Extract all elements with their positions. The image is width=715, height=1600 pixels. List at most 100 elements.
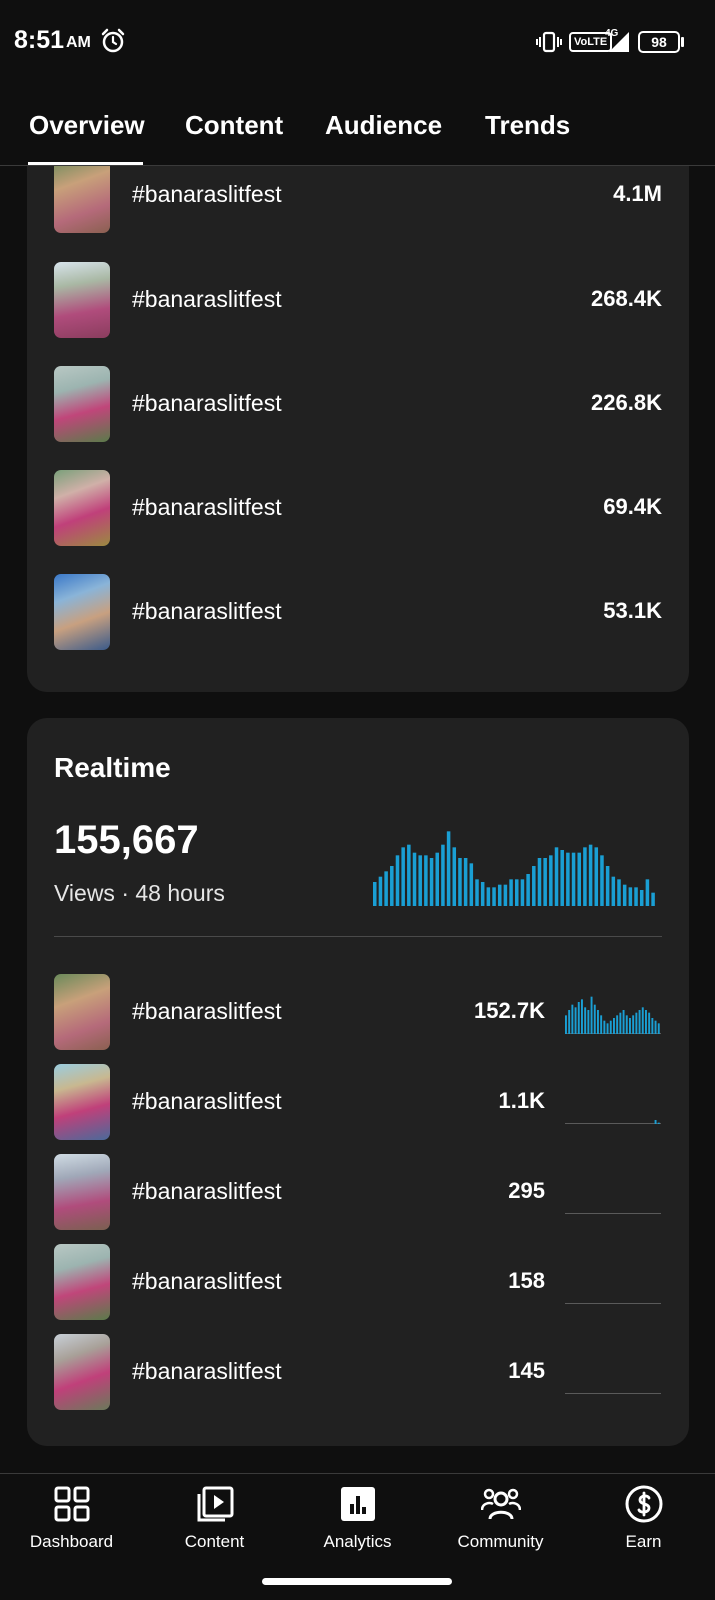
video-views: 226.8K <box>591 390 662 415</box>
realtime-bar-chart[interactable] <box>373 826 657 906</box>
sparkline-bar <box>654 1120 657 1124</box>
realtime-bar <box>594 847 599 906</box>
video-views: 145 <box>508 1358 545 1383</box>
realtime-bar <box>617 879 621 906</box>
video-thumbnail <box>54 262 110 338</box>
nav-label: Dashboard <box>29 1532 114 1551</box>
realtime-bar <box>571 852 576 906</box>
community-icon <box>480 1488 521 1520</box>
tab-audience[interactable]: Audience <box>325 110 442 141</box>
home-indicator[interactable] <box>262 1578 452 1585</box>
list-item[interactable]: #banaraslitfest 1.1K <box>27 1064 689 1142</box>
sparkline-bar <box>645 1010 647 1034</box>
earn-icon <box>625 1485 662 1523</box>
nav-content[interactable]: Content <box>143 1484 286 1552</box>
realtime-card: Realtime 155,667 Views · 48 hours #banar… <box>27 718 689 1446</box>
sparkline-bar <box>613 1018 615 1034</box>
sparkline-bar <box>609 1020 612 1034</box>
realtime-bar <box>429 858 434 906</box>
sparkline-bar <box>632 1015 635 1034</box>
realtime-bar <box>645 879 650 906</box>
video-title: #banaraslitfest <box>132 181 282 207</box>
battery-tip <box>681 37 684 47</box>
realtime-bar <box>492 887 496 906</box>
video-title: #banaraslitfest <box>132 390 282 416</box>
sparkline-bar <box>622 1010 625 1034</box>
video-views: 69.4K <box>603 494 662 519</box>
realtime-bar <box>588 844 593 906</box>
tab-content[interactable]: Content <box>185 110 283 141</box>
signal-icon <box>609 32 629 52</box>
list-item[interactable]: #banaraslitfest 69.4K <box>27 470 689 548</box>
sparkline <box>565 996 661 1034</box>
active-tab-indicator <box>28 162 143 165</box>
sparkline-bar <box>641 1007 644 1034</box>
sparkline-bar <box>625 1015 628 1034</box>
realtime-bar <box>628 887 633 906</box>
realtime-bar <box>384 871 388 906</box>
realtime-bar <box>515 879 519 906</box>
video-views: 158 <box>508 1268 545 1293</box>
realtime-bar <box>463 858 468 906</box>
realtime-bar <box>418 855 422 906</box>
realtime-bar <box>452 847 457 906</box>
realtime-bar <box>497 884 502 906</box>
video-thumbnail <box>54 1154 110 1230</box>
list-item[interactable]: #banaraslitfest 268.4K <box>27 262 689 340</box>
video-thumbnail <box>54 1064 110 1140</box>
dashboard-icon <box>54 1486 89 1522</box>
video-thumbnail <box>54 574 110 650</box>
sparkline <box>565 1303 661 1304</box>
list-item[interactable]: #banaraslitfest 226.8K <box>27 366 689 444</box>
list-item[interactable]: #banaraslitfest 53.1K <box>27 574 689 652</box>
list-item[interactable]: #banaraslitfest 295 <box>27 1154 689 1232</box>
realtime-bar <box>583 847 587 906</box>
video-title: #banaraslitfest <box>132 598 282 624</box>
top-content-card: #banaraslitfest 4.1M #banaraslitfest 268… <box>27 130 689 692</box>
sparkline <box>565 1120 661 1124</box>
video-title: #banaraslitfest <box>132 1088 282 1114</box>
video-views: 4.1M <box>613 181 662 206</box>
tab-overview[interactable]: Overview <box>29 110 145 141</box>
video-views: 268.4K <box>591 286 662 311</box>
nav-earn[interactable]: Earn <box>572 1484 715 1552</box>
realtime-bar <box>424 855 428 906</box>
status-ampm: AM <box>66 34 91 51</box>
list-item[interactable]: #banaraslitfest 158 <box>27 1244 689 1322</box>
list-item[interactable]: #banaraslitfest 152.7K <box>27 974 689 1052</box>
alarm-icon <box>101 28 125 53</box>
sparkline-bar <box>654 1020 657 1034</box>
sparkline-bar <box>581 999 583 1034</box>
realtime-bar <box>395 855 400 906</box>
status-bar: 8:51 AM VoLTE 4G 98 <box>0 0 715 84</box>
video-views: 295 <box>508 1178 545 1203</box>
realtime-views-count: 155,667 <box>54 818 199 862</box>
sparkline-bar <box>648 1012 651 1034</box>
battery-indicator: 98 <box>638 31 680 53</box>
realtime-bar <box>543 858 547 906</box>
analytics-icon <box>340 1487 375 1521</box>
video-views: 1.1K <box>498 1088 545 1113</box>
realtime-title: Realtime <box>54 752 171 783</box>
nav-analytics[interactable]: Analytics <box>286 1484 429 1552</box>
realtime-bar <box>532 866 536 906</box>
list-item[interactable]: #banaraslitfest 4.1M <box>27 157 689 235</box>
realtime-bar <box>634 887 638 906</box>
nav-dashboard[interactable]: Dashboard <box>0 1484 143 1552</box>
vibrate-icon <box>536 31 562 53</box>
video-thumbnail <box>54 470 110 546</box>
sparkline-bar <box>593 1004 596 1034</box>
realtime-bar <box>549 855 553 906</box>
sparkline-bar <box>568 1010 571 1034</box>
nav-community[interactable]: Community <box>429 1484 572 1552</box>
list-item[interactable]: #banaraslitfest 145 <box>27 1334 689 1412</box>
tab-trends[interactable]: Trends <box>485 110 570 141</box>
divider <box>54 936 662 937</box>
realtime-bar <box>475 879 479 906</box>
nav-label: Analytics <box>323 1532 392 1551</box>
sparkline-bar <box>565 1015 567 1034</box>
video-title: #banaraslitfest <box>132 286 282 312</box>
sparkline-bar <box>651 1018 654 1034</box>
video-title: #banaraslitfest <box>132 1358 282 1384</box>
sparkline-bar <box>571 1004 574 1034</box>
